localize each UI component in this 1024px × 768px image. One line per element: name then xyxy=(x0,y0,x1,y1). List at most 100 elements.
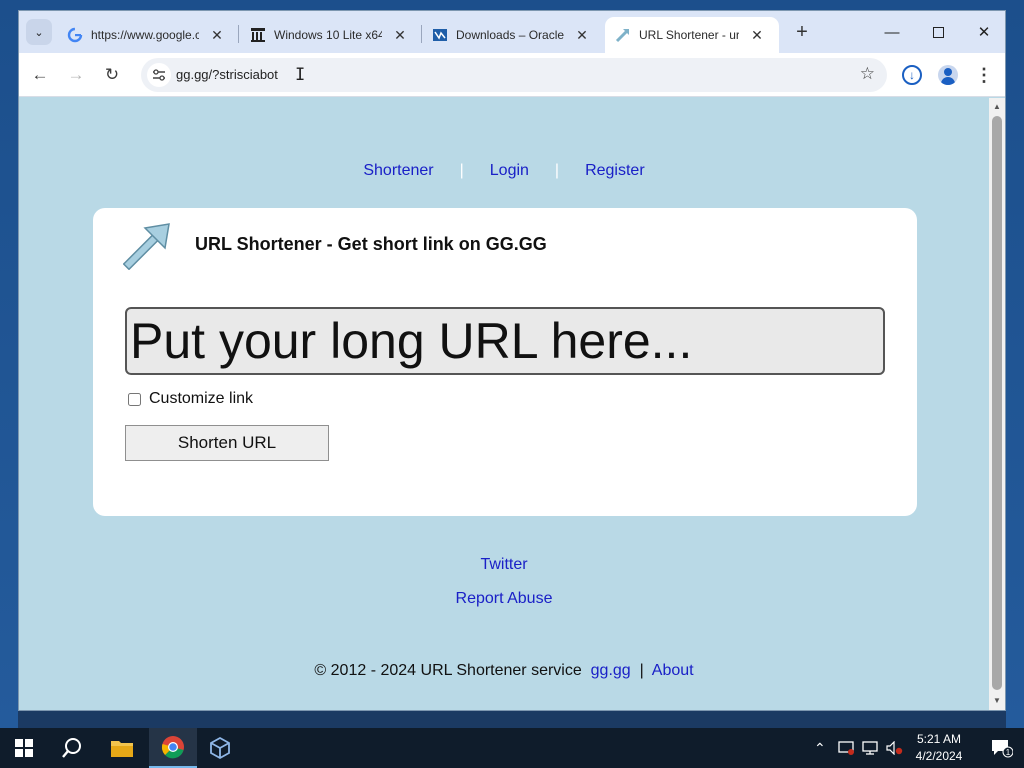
close-window-button[interactable]: ✕ xyxy=(961,19,1005,45)
taskbar-clock[interactable]: 5:21 AM 4/2/2024 xyxy=(905,731,973,765)
profile-icon xyxy=(938,65,958,85)
customize-link-label: Customize link xyxy=(149,390,254,407)
browser-window: ⌄ https://www.google.c ✕ Windows 10 Lite… xyxy=(18,10,1006,711)
notification-icon: 1 xyxy=(992,740,1013,758)
taskbar: ⌃ 5:21 AM 4/2/2024 1 xyxy=(0,728,1024,768)
new-tab-button[interactable]: + xyxy=(791,21,813,43)
nav-login-link[interactable]: Login xyxy=(490,162,529,179)
report-abuse-row: Report Abuse xyxy=(19,590,989,608)
tab-strip: ⌄ https://www.google.c ✕ Windows 10 Lite… xyxy=(19,11,1005,53)
downloads-button[interactable]: ↓ xyxy=(899,62,925,88)
tab-title: https://www.google.c xyxy=(91,28,199,42)
customize-link-option[interactable]: Customize link xyxy=(128,390,253,408)
tab-url-shortener[interactable]: URL Shortener - url s ✕ xyxy=(605,17,779,53)
text-cursor-icon: I xyxy=(295,65,306,85)
action-center-button[interactable]: 1 xyxy=(980,728,1024,768)
long-url-input[interactable] xyxy=(125,307,885,375)
web-page: Shortener | Login | Register URL Shortener -… xyxy=(19,98,989,710)
footer-copyright: © 2012 - 2024 URL Shortener service gg.g… xyxy=(19,662,989,680)
footer-site-link[interactable]: gg.gg xyxy=(591,662,631,679)
tab-separator xyxy=(238,25,239,43)
shorten-url-button[interactable]: Shorten URL xyxy=(125,425,329,461)
desktop-background xyxy=(0,0,1024,10)
site-info-icon[interactable] xyxy=(147,63,171,87)
chevron-up-icon: ⌃ xyxy=(814,739,826,756)
taskbar-chrome[interactable] xyxy=(149,728,197,768)
download-icon: ↓ xyxy=(902,65,922,85)
tray-network-icon[interactable] xyxy=(862,728,878,768)
forward-button[interactable]: → xyxy=(63,62,89,88)
twitter-link[interactable]: Twitter xyxy=(480,556,527,573)
nav-register-link[interactable]: Register xyxy=(585,162,645,179)
page-title: URL Shortener - Get short link on GG.GG xyxy=(195,234,547,254)
address-text[interactable]: gg.gg/?strisciabot xyxy=(176,67,278,82)
twitter-link-row: Twitter xyxy=(19,556,989,574)
tab-oracle-downloads[interactable]: Downloads – Oracle ✕ xyxy=(422,17,600,53)
tab-search-button[interactable]: ⌄ xyxy=(26,19,52,45)
arrow-right-icon: → xyxy=(67,65,85,84)
reload-button[interactable]: ↻ xyxy=(99,62,125,88)
minimize-button[interactable]: — xyxy=(869,19,915,45)
show-hidden-icons[interactable]: ⌃ xyxy=(814,728,826,768)
tab-archive[interactable]: Windows 10 Lite x64 ✕ xyxy=(240,17,418,53)
report-abuse-link[interactable]: Report Abuse xyxy=(456,590,553,607)
desktop-background-left xyxy=(0,0,18,728)
minimize-icon: — xyxy=(884,23,900,41)
tab-google[interactable]: https://www.google.c ✕ xyxy=(57,17,235,53)
profile-button[interactable] xyxy=(935,62,961,88)
address-bar[interactable]: gg.gg/?strisciabot I ☆ xyxy=(141,58,887,92)
taskbar-search-button[interactable] xyxy=(48,728,96,768)
gg-logo-arrow-icon xyxy=(122,222,173,271)
browser-toolbar: ← → ↻ gg.gg/?strisciabot I ☆ ↓ ⋮ xyxy=(19,53,1005,97)
maximize-icon xyxy=(932,26,944,38)
page-scrollbar[interactable]: ▲ ▼ xyxy=(989,98,1005,710)
tab-title: Downloads – Oracle xyxy=(456,28,564,42)
desktop-background-right xyxy=(1006,0,1024,728)
back-button[interactable]: ← xyxy=(27,62,53,88)
notification-count: 1 xyxy=(1006,748,1011,757)
virtualbox-cube-icon xyxy=(210,736,230,760)
google-icon xyxy=(67,27,83,43)
footer-separator: | xyxy=(639,662,644,679)
reload-icon: ↻ xyxy=(104,65,120,84)
start-button[interactable] xyxy=(0,728,48,768)
close-icon[interactable]: ✕ xyxy=(749,27,765,44)
top-navigation: Shortener | Login | Register xyxy=(19,162,989,180)
shortener-card: URL Shortener - Get short link on GG.GG … xyxy=(93,208,917,516)
scroll-down-icon[interactable]: ▼ xyxy=(989,694,1005,708)
close-icon[interactable]: ✕ xyxy=(209,27,225,44)
close-icon[interactable]: ✕ xyxy=(392,27,408,44)
close-icon[interactable]: ✕ xyxy=(574,27,590,44)
search-icon xyxy=(62,738,81,758)
footer-about-link[interactable]: About xyxy=(652,662,694,679)
tab-title: URL Shortener - url s xyxy=(639,28,739,42)
virtualbox-icon xyxy=(432,27,448,43)
copyright-text: © 2012 - 2024 URL Shortener service xyxy=(314,662,582,679)
taskbar-file-explorer[interactable] xyxy=(98,728,146,768)
kebab-menu-icon: ⋮ xyxy=(975,64,993,85)
bookmark-star-icon[interactable]: ☆ xyxy=(860,64,875,84)
clock-date: 4/2/2024 xyxy=(915,749,963,763)
arrow-left-icon: ← xyxy=(31,65,49,84)
gg-arrow-icon xyxy=(615,27,631,43)
tray-security-icon[interactable] xyxy=(838,728,854,768)
nav-separator: | xyxy=(554,162,560,179)
archive-building-icon xyxy=(250,27,266,43)
nav-shortener-link[interactable]: Shortener xyxy=(363,162,433,179)
maximize-button[interactable] xyxy=(915,19,961,45)
chrome-icon xyxy=(161,736,184,759)
menu-button[interactable]: ⋮ xyxy=(971,62,997,88)
chevron-down-icon: ⌄ xyxy=(34,26,44,39)
plus-icon: + xyxy=(796,21,808,43)
scroll-up-icon[interactable]: ▲ xyxy=(989,100,1005,114)
customize-link-checkbox[interactable] xyxy=(128,392,141,406)
windows-logo-icon xyxy=(15,739,33,757)
scroll-thumb[interactable] xyxy=(992,116,1002,690)
tab-title: Windows 10 Lite x64 xyxy=(274,28,382,42)
taskbar-virtualbox[interactable] xyxy=(196,728,244,768)
nav-separator: | xyxy=(459,162,464,179)
close-icon: ✕ xyxy=(977,24,991,41)
tray-volume-muted-icon[interactable] xyxy=(886,728,904,768)
clock-time: 5:21 AM xyxy=(916,732,962,746)
folder-icon xyxy=(111,741,133,757)
